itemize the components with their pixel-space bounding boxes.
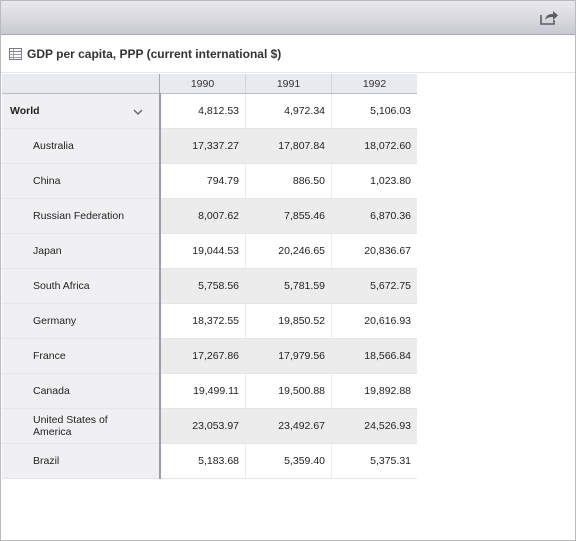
table-cell: 19,044.53: [159, 233, 246, 269]
table-cell: 23,492.67: [245, 408, 332, 444]
row-label: Brazil: [2, 443, 161, 479]
table-cell: 7,855.46: [245, 198, 332, 234]
table-cell: 794.79: [159, 163, 246, 199]
table-cell: 19,500.88: [245, 373, 332, 409]
table-row: United States of America 23,053.97 23,49…: [2, 408, 417, 444]
column-header-row: 1990 1991 1992: [2, 74, 417, 94]
table-cell: 8,007.62: [159, 198, 246, 234]
table-cell: 1,023.80: [331, 163, 417, 199]
table-cell: 5,183.68: [159, 443, 246, 479]
chevron-down-icon[interactable]: [132, 107, 143, 116]
row-label: World: [10, 105, 40, 117]
table-cell: 19,850.52: [245, 303, 332, 339]
table-cell: 5,375.31: [331, 443, 417, 479]
table-icon: [9, 47, 22, 60]
column-header[interactable]: 1991: [245, 74, 332, 94]
table-cell: 5,359.40: [245, 443, 332, 479]
table-cell: 5,106.03: [331, 93, 417, 129]
table-row: Brazil 5,183.68 5,359.40 5,375.31: [2, 443, 417, 479]
table-row: Germany 18,372.55 19,850.52 20,616.93: [2, 303, 417, 339]
table-cell: 4,812.53: [159, 93, 246, 129]
table-cell: 17,267.86: [159, 338, 246, 374]
table-row: South Africa 5,758.56 5,781.59 5,672.75: [2, 268, 417, 304]
table-row: France 17,267.86 17,979.56 18,566.84: [2, 338, 417, 374]
table-row: World 4,812.53 4,972.34 5,106.03: [2, 93, 417, 129]
row-label: South Africa: [2, 268, 161, 304]
gdp-table: 1990 1991 1992 World 4,812.53 4,972.34 5…: [2, 74, 417, 479]
row-label: Germany: [2, 303, 161, 339]
table-row: Australia 17,337.27 17,807.84 18,072.60: [2, 128, 417, 164]
table-cell: 17,807.84: [245, 128, 332, 164]
row-label: Canada: [2, 373, 161, 409]
table-cell: 4,972.34: [245, 93, 332, 129]
table-cell: 18,072.60: [331, 128, 417, 164]
row-label: United States of America: [2, 408, 161, 444]
app-window: GDP per capita, PPP (current internation…: [0, 0, 576, 541]
table-row: Japan 19,044.53 20,246.65 20,836.67: [2, 233, 417, 269]
share-icon[interactable]: [539, 9, 559, 26]
table-cell: 20,246.65: [245, 233, 332, 269]
table-cell: 19,499.11: [159, 373, 246, 409]
corner-cell: [2, 74, 160, 94]
table-header: GDP per capita, PPP (current internation…: [1, 35, 575, 73]
row-label: Japan: [2, 233, 161, 269]
table-row: Canada 19,499.11 19,500.88 19,892.88: [2, 373, 417, 409]
table-cell: 17,337.27: [159, 128, 246, 164]
data-grid: 1990 1991 1992 World 4,812.53 4,972.34 5…: [2, 74, 417, 479]
table-cell: 19,892.88: [331, 373, 417, 409]
table-cell: 20,836.67: [331, 233, 417, 269]
table-cell: 20,616.93: [331, 303, 417, 339]
row-label: France: [2, 338, 161, 374]
row-label-world[interactable]: World: [2, 93, 161, 129]
table-cell: 5,781.59: [245, 268, 332, 304]
page-title: GDP per capita, PPP (current internation…: [27, 46, 282, 61]
table-cell: 24,526.93: [331, 408, 417, 444]
table-cell: 17,979.56: [245, 338, 332, 374]
table-cell: 5,758.56: [159, 268, 246, 304]
table-cell: 18,566.84: [331, 338, 417, 374]
table-cell: 5,672.75: [331, 268, 417, 304]
row-label: China: [2, 163, 161, 199]
column-header[interactable]: 1992: [331, 74, 417, 94]
table-cell: 18,372.55: [159, 303, 246, 339]
toolbar: [1, 1, 575, 35]
row-label: Russian Federation: [2, 198, 161, 234]
table-cell: 886.50: [245, 163, 332, 199]
row-label-text: United States of America: [33, 414, 108, 438]
table-cell: 6,870.36: [331, 198, 417, 234]
table-row: Russian Federation 8,007.62 7,855.46 6,8…: [2, 198, 417, 234]
row-label: Australia: [2, 128, 161, 164]
table-row: China 794.79 886.50 1,023.80: [2, 163, 417, 199]
table-cell: 23,053.97: [159, 408, 246, 444]
column-header[interactable]: 1990: [159, 74, 246, 94]
